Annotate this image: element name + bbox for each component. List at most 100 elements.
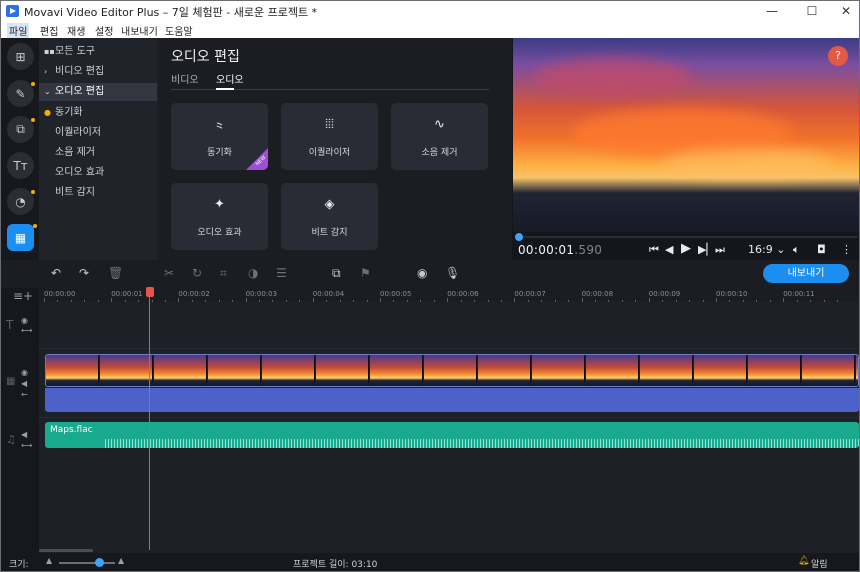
titles-button[interactable]: Tт [7,152,34,179]
menu-edit[interactable]: 편집 [38,23,60,38]
tools-item-sync[interactable]: ● 동기화 [39,104,157,122]
timeline-scrollbar[interactable] [39,549,93,552]
bell-icon[interactable]: 🔔︎ [798,556,809,566]
overlay-icon[interactable]: ⧉ [332,266,341,281]
playhead-handle[interactable] [146,287,154,297]
ruler-tick-label: 00:00:03 [245,290,278,298]
audio-edit-panel: 오디오 편집 비디오 오디오 ⺀ 동기화 NEW ⦙⦙⦙ 이퀄라이저 ∿ 소음 … [158,38,512,260]
tools-item-video-edit[interactable]: › 비디오 편집 [39,63,157,81]
cut-icon[interactable]: ✂ [164,266,174,280]
timecode: 00:00:01.590 [518,243,602,257]
tools-item-audio-effects[interactable]: 오디오 효과 [39,164,157,182]
video-thumbnail [208,355,261,386]
scrubber-handle[interactable] [515,233,523,241]
clip-properties-icon[interactable]: ☰ [276,266,287,280]
video-thumbnail [478,355,531,386]
notifications-label[interactable]: 알림 [811,557,828,570]
menu-settings[interactable]: 설정 [93,23,115,38]
card-beat-detection[interactable]: ◈ 비트 감지 [281,183,378,250]
transitions-button[interactable]: ⧉ [7,116,34,143]
video-thumbnail [46,355,99,386]
track-separator [39,348,859,349]
previous-frame-button[interactable]: ◀ [665,243,673,256]
tab-audio[interactable]: 오디오 [216,71,244,86]
zoom-slider[interactable] [59,562,115,564]
card-label: 소음 제거 [421,148,458,158]
video-clip[interactable] [45,354,859,387]
app-window: Movavi Video Editor Plus – 7일 체험판 - 새로운 … [0,0,860,572]
tools-item-equalizer[interactable]: 이퀄라이저 [39,124,157,142]
color-adjust-icon[interactable]: ◑ [248,266,258,280]
zoom-in-icon[interactable]: ▲ [118,556,124,565]
delete-icon[interactable]: 🗑︎ [108,266,123,280]
go-to-end-button[interactable]: ⏭ [715,243,725,257]
more-options-icon[interactable]: ⋮ [841,243,852,256]
zoom-out-icon[interactable]: ▲ [46,556,52,565]
time-ruler[interactable]: 00:00:00 00:00:01 00:00:02 00:00:03 00:00:04… [39,288,859,302]
tab-video[interactable]: 비디오 [171,71,199,86]
rotate-icon[interactable]: ↻ [192,266,202,280]
link-icon[interactable]: ← [21,390,28,399]
tools-item-all[interactable]: ▪▪ 모든 도구 [39,43,157,61]
import-button[interactable]: ⊞ [7,43,34,70]
undo-icon[interactable]: ↶ [51,266,61,280]
snapshot-icon[interactable]: ◘ [817,243,826,256]
timecode-ms: .590 [574,243,603,257]
card-noise-reduction[interactable]: ∿ 소음 제거 [391,103,488,170]
preview-scrubber[interactable] [515,236,857,238]
all-tools-button[interactable]: ▦ [7,224,34,251]
redo-icon[interactable]: ↷ [79,266,89,280]
ruler-tick-label: 00:00:06 [447,290,479,298]
go-to-start-button[interactable]: ⏮ [649,243,659,257]
tools-rail: ⊞ ✎ ⧉ Tт ◔ ▦ [1,38,39,260]
video-thumbnail [316,355,369,386]
menu-file[interactable]: 파일 [7,23,30,38]
noise-reduction-icon: ∿ [434,117,445,132]
link-icon[interactable]: ⟷ [21,326,32,335]
menu-playback[interactable]: 재생 [65,23,87,38]
audio-waveform [105,439,859,448]
audio-effects-icon: ✦ [214,197,225,212]
visibility-icon[interactable]: ◉ [21,316,28,325]
video-thumbnail [532,355,585,386]
aspect-ratio-select[interactable]: 16:9 ⌄ [748,243,785,256]
next-frame-button[interactable]: ▶▏ [698,243,715,256]
tools-item-noise-reduction[interactable]: 소음 제거 [39,144,157,162]
help-button[interactable]: ? [828,46,848,66]
card-audio-effects[interactable]: ✦ 오디오 효과 [171,183,268,250]
microphone-icon[interactable]: 🎙︎ [445,266,460,280]
video-thumbnail [856,355,858,386]
menu-export[interactable]: 내보내기 [119,23,160,38]
ruler-tick-label: 00:00:07 [514,290,546,298]
add-track-icon[interactable]: ≡+ [13,289,33,303]
link-icon[interactable]: ⟷ [21,441,32,450]
card-equalizer[interactable]: ⦙⦙⦙ 이퀄라이저 [281,103,378,170]
play-button[interactable]: ▶ [681,241,691,256]
playhead-line [149,288,150,550]
mute-icon[interactable]: ◀ [21,430,27,439]
tools-item-beat-detection[interactable]: 비트 감지 [39,184,157,202]
volume-icon[interactable]: 🔈︎ [793,243,800,257]
webcam-record-icon[interactable]: ◉ [417,266,427,280]
mute-icon[interactable]: ◀ [21,379,27,388]
card-sync[interactable]: ⺀ 동기화 NEW [171,103,268,170]
menu-help[interactable]: 도움말 [163,23,195,38]
magic-tools-button[interactable]: ✎ [7,80,34,107]
notification-dot [31,82,35,86]
export-button[interactable]: 내보내기 [763,264,849,283]
marker-icon[interactable]: ⚑ [360,266,371,280]
audio-clip[interactable]: Maps.flac [45,422,859,448]
crop-icon[interactable]: ⌗ [220,266,227,281]
title-track-icon: T [6,318,14,332]
close-button[interactable]: ✕ [829,1,859,21]
card-label: 오디오 효과 [197,228,242,238]
tools-item-audio-edit[interactable]: ⌄ 오디오 편집 [39,83,157,101]
visibility-icon[interactable]: ◉ [21,368,28,377]
minimize-button[interactable]: — [755,1,789,21]
zoom-slider-handle[interactable] [95,558,104,567]
stickers-button[interactable]: ◔ [7,188,34,215]
project-length-value: 03:10 [351,560,378,570]
video-clip-audio[interactable] [45,388,859,412]
menu-bar: 파일 편집 재생 설정 내보내기 도움말 [1,21,859,38]
maximize-button[interactable]: ☐ [795,1,829,21]
